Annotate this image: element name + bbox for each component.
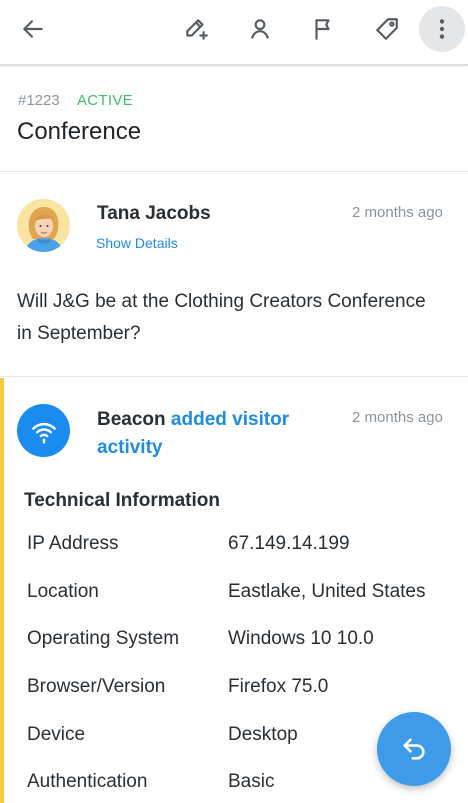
info-value: Eastlake, United States bbox=[228, 581, 426, 602]
activity-actor: Beacon bbox=[97, 409, 166, 430]
conversation-header: #1223 ACTIVE Conference bbox=[0, 68, 468, 172]
back-arrow-icon[interactable] bbox=[13, 9, 53, 49]
beacon-icon bbox=[17, 404, 70, 457]
edit-add-icon[interactable] bbox=[176, 9, 216, 49]
info-label: Location bbox=[27, 581, 99, 602]
message-body: Will J&G be at the Clothing Creators Con… bbox=[17, 291, 426, 344]
info-label: Device bbox=[27, 724, 86, 745]
technical-information-heading: Technical Information bbox=[24, 490, 221, 511]
top-toolbar bbox=[0, 0, 468, 66]
reply-icon bbox=[403, 738, 425, 760]
customer-name[interactable]: Tana Jacobs bbox=[97, 203, 211, 225]
reply-button[interactable] bbox=[377, 712, 451, 786]
activity-title: Beacon added visitor activity bbox=[97, 406, 317, 462]
info-label: IP Address bbox=[27, 533, 119, 554]
info-value: 67.149.14.199 bbox=[228, 533, 350, 554]
info-label: Browser/Version bbox=[27, 676, 166, 697]
info-value: Windows 10 10.0 bbox=[228, 628, 374, 649]
status-badge[interactable]: ACTIVE bbox=[77, 92, 133, 109]
more-vertical-icon[interactable] bbox=[419, 6, 465, 52]
info-label: Operating System bbox=[27, 628, 180, 649]
info-label: Authentication bbox=[27, 771, 148, 792]
tag-icon[interactable] bbox=[367, 9, 407, 49]
conversation-subject: Conference bbox=[17, 118, 142, 145]
avatar[interactable] bbox=[17, 199, 70, 252]
customer-thread: Tana Jacobs Show Details 2 months ago Wi… bbox=[0, 173, 468, 377]
info-value: Basic bbox=[228, 771, 275, 792]
person-icon[interactable] bbox=[240, 9, 280, 49]
conversation-number: #1223 bbox=[18, 92, 60, 109]
info-value: Firefox 75.0 bbox=[228, 676, 329, 697]
info-value: Desktop bbox=[228, 724, 298, 745]
activity-timestamp: 2 months ago bbox=[352, 409, 443, 426]
thread-timestamp: 2 months ago bbox=[352, 204, 443, 221]
show-details-link[interactable]: Show Details bbox=[96, 235, 178, 251]
flag-icon[interactable] bbox=[303, 9, 343, 49]
